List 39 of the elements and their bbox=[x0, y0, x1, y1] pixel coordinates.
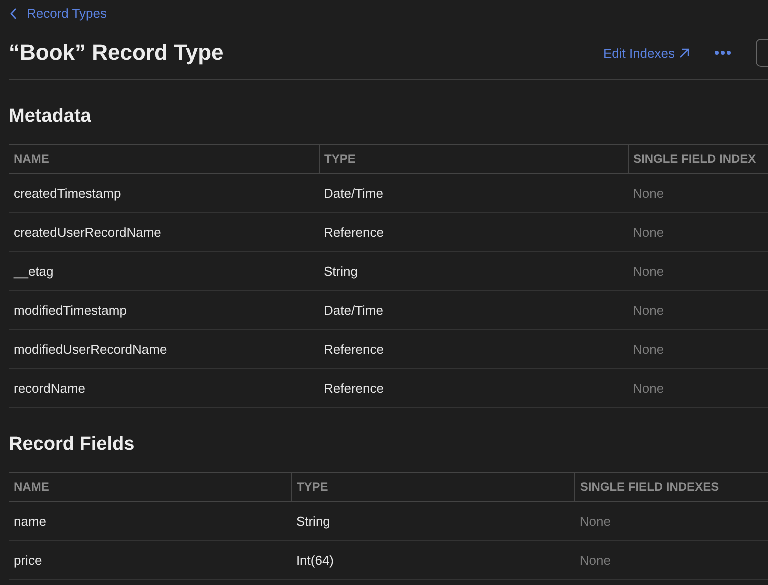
button[interactable] bbox=[756, 39, 768, 67]
table-cell: price bbox=[9, 540, 292, 580]
column-header: TYPE bbox=[319, 144, 628, 174]
column-header: NAME bbox=[9, 144, 319, 174]
column-header: SINGLE FIELD INDEX bbox=[628, 144, 768, 174]
section-title: Metadata bbox=[9, 105, 92, 129]
table-cell: Reference bbox=[319, 368, 628, 408]
table-cell: None bbox=[628, 330, 768, 368]
column-header: NAME bbox=[9, 472, 292, 502]
edit-indexes-link[interactable]: Edit Indexes bbox=[603, 46, 690, 60]
table-cell: recordName bbox=[9, 368, 319, 408]
table-cell: modifiedTimestamp bbox=[9, 290, 319, 330]
table-cell: String bbox=[319, 252, 628, 290]
table-cell: Reference bbox=[319, 212, 628, 252]
back-link[interactable]: Record Types bbox=[9, 6, 107, 21]
table-cell: None bbox=[628, 174, 768, 212]
table-cell: String bbox=[291, 502, 575, 540]
table-cell: __etag bbox=[9, 252, 319, 290]
table-cell: None bbox=[574, 540, 768, 580]
page-title: “Book” Record Type bbox=[9, 40, 224, 66]
table-cell: None bbox=[628, 368, 768, 408]
table-cell: modifiedUserRecordName bbox=[9, 330, 319, 368]
chevron-left-icon bbox=[10, 8, 18, 20]
table-cell: Date/Time bbox=[319, 174, 628, 212]
column-header: SINGLE FIELD INDEXES bbox=[574, 472, 768, 502]
table-cell: Date/Time bbox=[319, 290, 628, 330]
table-cell: createdUserRecordName bbox=[9, 212, 319, 252]
table-cell: None bbox=[628, 212, 768, 252]
section-title: Record Fields bbox=[9, 433, 136, 457]
table-cell: createdTimestamp bbox=[9, 174, 319, 212]
table-cell: name bbox=[9, 502, 292, 540]
table-cell: Int(64) bbox=[291, 540, 575, 580]
table-cell: None bbox=[628, 290, 768, 330]
table-cell: Reference bbox=[319, 330, 628, 368]
more-icon[interactable] bbox=[714, 50, 732, 56]
table-cell: None bbox=[628, 252, 768, 290]
external-link-icon bbox=[679, 48, 690, 58]
column-header: TYPE bbox=[291, 472, 575, 502]
table-cell: None bbox=[574, 502, 768, 540]
